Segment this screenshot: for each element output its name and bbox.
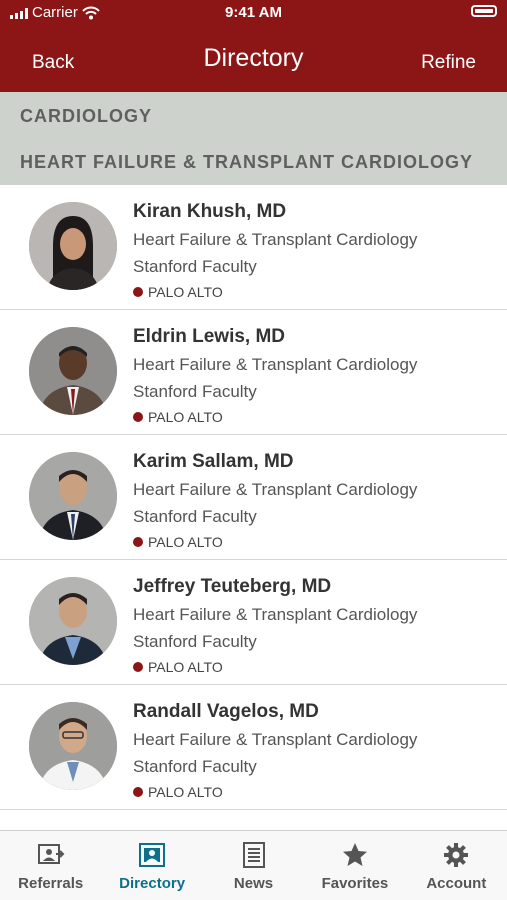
section-header: CARDIOLOGY HEART FAILURE & TRANSPLANT CA…	[0, 92, 507, 185]
doctor-name: Jeffrey Teuteberg, MD	[133, 576, 332, 597]
referrals-icon	[37, 844, 65, 864]
location-label: PALO ALTO	[148, 284, 223, 300]
doctor-name: Karim Sallam, MD	[133, 451, 294, 472]
tab-news[interactable]: News	[203, 831, 304, 900]
doctor-row[interactable]: Kiran Khush, MD Heart Failure & Transpla…	[0, 185, 507, 310]
tab-favorites[interactable]: Favorites	[304, 831, 405, 900]
doctor-row[interactable]: Eldrin Lewis, MD Heart Failure & Transpl…	[0, 310, 507, 435]
tab-label: Directory	[119, 875, 186, 892]
avatar	[29, 327, 117, 415]
doctor-location: PALO ALTO	[133, 409, 223, 425]
location-dot-icon	[133, 787, 143, 797]
status-bar: Carrier 9:41 AM	[0, 4, 507, 24]
tab-label: Referrals	[18, 875, 84, 892]
status-time: 9:41 AM	[225, 4, 282, 21]
avatar	[29, 702, 117, 790]
tab-referrals[interactable]: Referrals	[0, 831, 101, 900]
doctor-specialty: Heart Failure & Transplant Cardiology	[133, 730, 418, 749]
doctor-name: Kiran Khush, MD	[133, 201, 287, 222]
doctor-row[interactable]: Randall Vagelos, MD Heart Failure & Tran…	[0, 685, 507, 810]
doctor-name: Eldrin Lewis, MD	[133, 326, 286, 347]
nav-bar: Back Directory Refine	[0, 38, 507, 88]
star-icon	[342, 843, 367, 866]
doctor-location: PALO ALTO	[133, 784, 223, 800]
location-dot-icon	[133, 662, 143, 672]
doctor-affiliation: Stanford Faculty	[133, 757, 257, 776]
subcategory-heading: HEART FAILURE & TRANSPLANT CARDIOLOGY	[20, 152, 473, 172]
avatar	[29, 202, 117, 290]
location-dot-icon	[133, 537, 143, 547]
location-dot-icon	[133, 287, 143, 297]
doctor-location: PALO ALTO	[133, 284, 223, 300]
avatar	[29, 577, 117, 665]
location-label: PALO ALTO	[148, 409, 223, 425]
refine-button[interactable]: Refine	[421, 52, 476, 74]
doctor-specialty: Heart Failure & Transplant Cardiology	[133, 355, 418, 374]
directory-icon	[139, 843, 166, 867]
doctor-specialty: Heart Failure & Transplant Cardiology	[133, 605, 418, 624]
tab-bar: Referrals Directory News Favorites Accou…	[0, 830, 507, 900]
location-label: PALO ALTO	[148, 534, 223, 550]
doctor-list: Kiran Khush, MD Heart Failure & Transpla…	[0, 185, 507, 830]
doctor-name: Randall Vagelos, MD	[133, 701, 319, 722]
news-icon	[242, 842, 265, 868]
doctor-location: PALO ALTO	[133, 659, 223, 675]
doctor-location: PALO ALTO	[133, 534, 223, 550]
tab-label: Account	[426, 875, 487, 892]
doctor-affiliation: Stanford Faculty	[133, 257, 257, 276]
gear-icon	[444, 843, 469, 867]
avatar	[29, 452, 117, 540]
battery-icon	[471, 5, 497, 17]
location-label: PALO ALTO	[148, 784, 223, 800]
doctor-affiliation: Stanford Faculty	[133, 632, 257, 651]
doctor-specialty: Heart Failure & Transplant Cardiology	[133, 230, 418, 249]
location-dot-icon	[133, 412, 143, 422]
app-header: Carrier 9:41 AM Back Directory Refine	[0, 0, 507, 92]
tab-directory[interactable]: Directory	[101, 831, 202, 900]
doctor-row[interactable]: Karim Sallam, MD Heart Failure & Transpl…	[0, 435, 507, 560]
location-label: PALO ALTO	[148, 659, 223, 675]
doctor-affiliation: Stanford Faculty	[133, 507, 257, 526]
tab-account[interactable]: Account	[406, 831, 507, 900]
doctor-affiliation: Stanford Faculty	[133, 382, 257, 401]
category-heading: CARDIOLOGY	[20, 106, 153, 126]
tab-label: News	[233, 875, 274, 892]
doctor-specialty: Heart Failure & Transplant Cardiology	[133, 480, 418, 499]
tab-label: Favorites	[321, 875, 389, 892]
doctor-row[interactable]: Jeffrey Teuteberg, MD Heart Failure & Tr…	[0, 560, 507, 685]
